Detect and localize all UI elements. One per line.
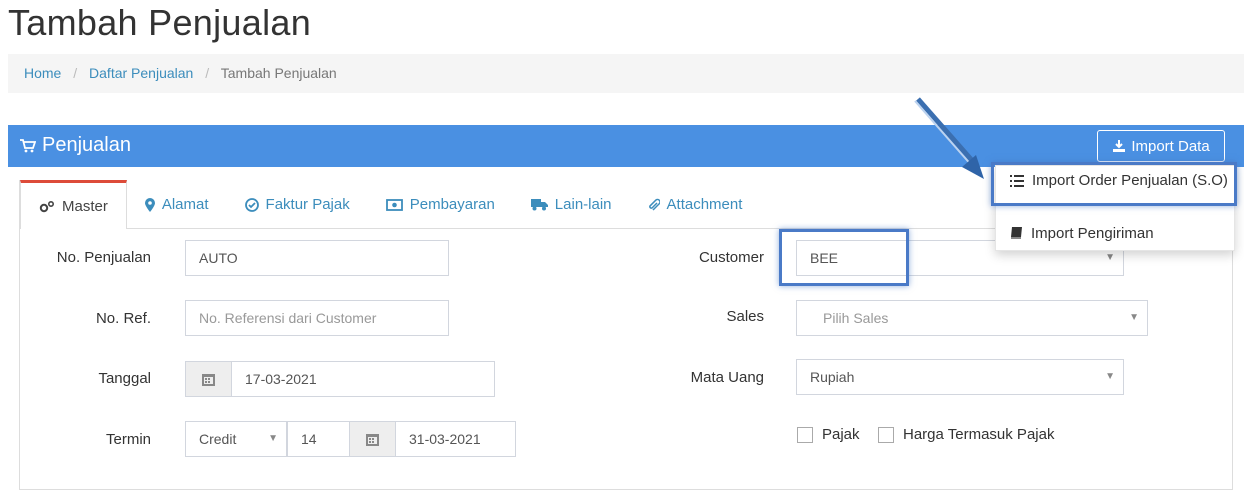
import-dropdown-menu: Import Order Penjualan (S.O) Import Peng… (995, 165, 1235, 251)
mata-uang-select[interactable]: Rupiah ▼ (796, 359, 1124, 395)
breadcrumb-separator: / (205, 65, 210, 81)
termin-type-select[interactable]: Credit ▼ (185, 421, 287, 457)
import-data-button[interactable]: Import Data (1097, 130, 1225, 162)
truck-icon (530, 199, 548, 211)
tab-attachment-label: Attachment (666, 196, 743, 213)
customer-label: Customer (698, 249, 764, 266)
paperclip-icon (648, 198, 660, 211)
no-ref-input[interactable]: No. Referensi dari Customer (185, 300, 449, 336)
tab-bar: Master Alamat Faktur Pajak Pembayaran La… (20, 180, 760, 229)
termin-label: Termin (105, 431, 151, 448)
panel-title: Penjualan (20, 134, 131, 157)
calendar-addon[interactable] (349, 421, 396, 457)
tab-master[interactable]: Master (20, 180, 127, 229)
page-title: Tambah Penjualan (8, 2, 312, 43)
pajak-checkbox[interactable]: Pajak (797, 426, 860, 443)
breadcrumb-current: Tambah Penjualan (220, 65, 337, 81)
mata-uang-value: Rupiah (810, 369, 855, 385)
panel-header: Penjualan Import Data (8, 125, 1244, 167)
book-icon (1011, 227, 1022, 239)
breadcrumb: Home / Daftar Penjualan / Tambah Penjual… (8, 54, 1244, 93)
chevron-down-icon: ▼ (1105, 371, 1115, 382)
tab-pembayaran-label: Pembayaran (409, 196, 495, 213)
termin-type-value: Credit (199, 431, 237, 447)
harga-termasuk-pajak-checkbox[interactable]: Harga Termasuk Pajak (878, 426, 1054, 443)
import-order-penjualan-label: Import Order Penjualan (S.O) (1032, 172, 1228, 189)
checkbox-box (878, 426, 894, 443)
tab-alamat[interactable]: Alamat (127, 180, 227, 229)
no-ref-label: No. Ref. (95, 310, 151, 327)
calendar-icon (366, 433, 379, 446)
termin-due-date-input[interactable]: 31-03-2021 (395, 421, 516, 457)
sales-placeholder: Pilih Sales (823, 310, 889, 326)
tab-alamat-label: Alamat (161, 196, 209, 213)
mata-uang-label: Mata Uang (690, 369, 764, 386)
sales-label: Sales (726, 308, 764, 325)
tab-lain-lain-label: Lain-lain (554, 196, 612, 213)
pajak-label: Pajak (822, 426, 860, 443)
chevron-down-icon: ▼ (268, 433, 278, 444)
sales-select[interactable]: Pilih Sales ▼ (796, 300, 1148, 336)
panel-title-text: Penjualan (42, 134, 131, 156)
customer-value: BEE (810, 250, 839, 266)
import-pengiriman-item[interactable]: Import Pengiriman (1010, 225, 1154, 242)
import-order-penjualan-item[interactable]: Import Order Penjualan (S.O) (1010, 172, 1228, 189)
list-icon (1010, 174, 1024, 187)
tanggal-input[interactable]: 17-03-2021 (231, 361, 495, 397)
import-data-label: Import Data (1131, 137, 1210, 155)
cart-icon (20, 138, 36, 152)
map-marker-icon (144, 197, 155, 212)
chevron-down-icon: ▼ (1129, 312, 1139, 323)
tab-faktur-pajak[interactable]: Faktur Pajak (227, 180, 368, 229)
breadcrumb-separator: / (73, 65, 78, 81)
termin-days-input[interactable]: 14 (287, 421, 350, 457)
tanggal-label: Tanggal (98, 370, 151, 387)
tab-attachment[interactable]: Attachment (630, 180, 761, 229)
gears-icon (39, 200, 55, 212)
breadcrumb-home[interactable]: Home (24, 65, 61, 81)
download-icon (1113, 140, 1126, 152)
import-pengiriman-label: Import Pengiriman (1031, 225, 1154, 242)
tab-pembayaran[interactable]: Pembayaran (368, 180, 513, 229)
calendar-addon[interactable] (185, 361, 232, 397)
tab-master-label: Master (62, 197, 108, 215)
no-penjualan-input[interactable]: AUTO (185, 240, 449, 276)
check-circle-icon (244, 197, 259, 212)
harga-termasuk-pajak-label: Harga Termasuk Pajak (903, 426, 1055, 443)
tab-lain-lain[interactable]: Lain-lain (513, 180, 630, 229)
tab-faktur-pajak-label: Faktur Pajak (265, 196, 350, 213)
no-penjualan-label: No. Penjualan (56, 249, 151, 266)
annotation-arrow-icon (914, 97, 984, 179)
breadcrumb-daftar-penjualan[interactable]: Daftar Penjualan (89, 65, 193, 81)
checkbox-box (797, 426, 813, 443)
calendar-icon (202, 373, 215, 386)
money-icon (385, 198, 403, 211)
